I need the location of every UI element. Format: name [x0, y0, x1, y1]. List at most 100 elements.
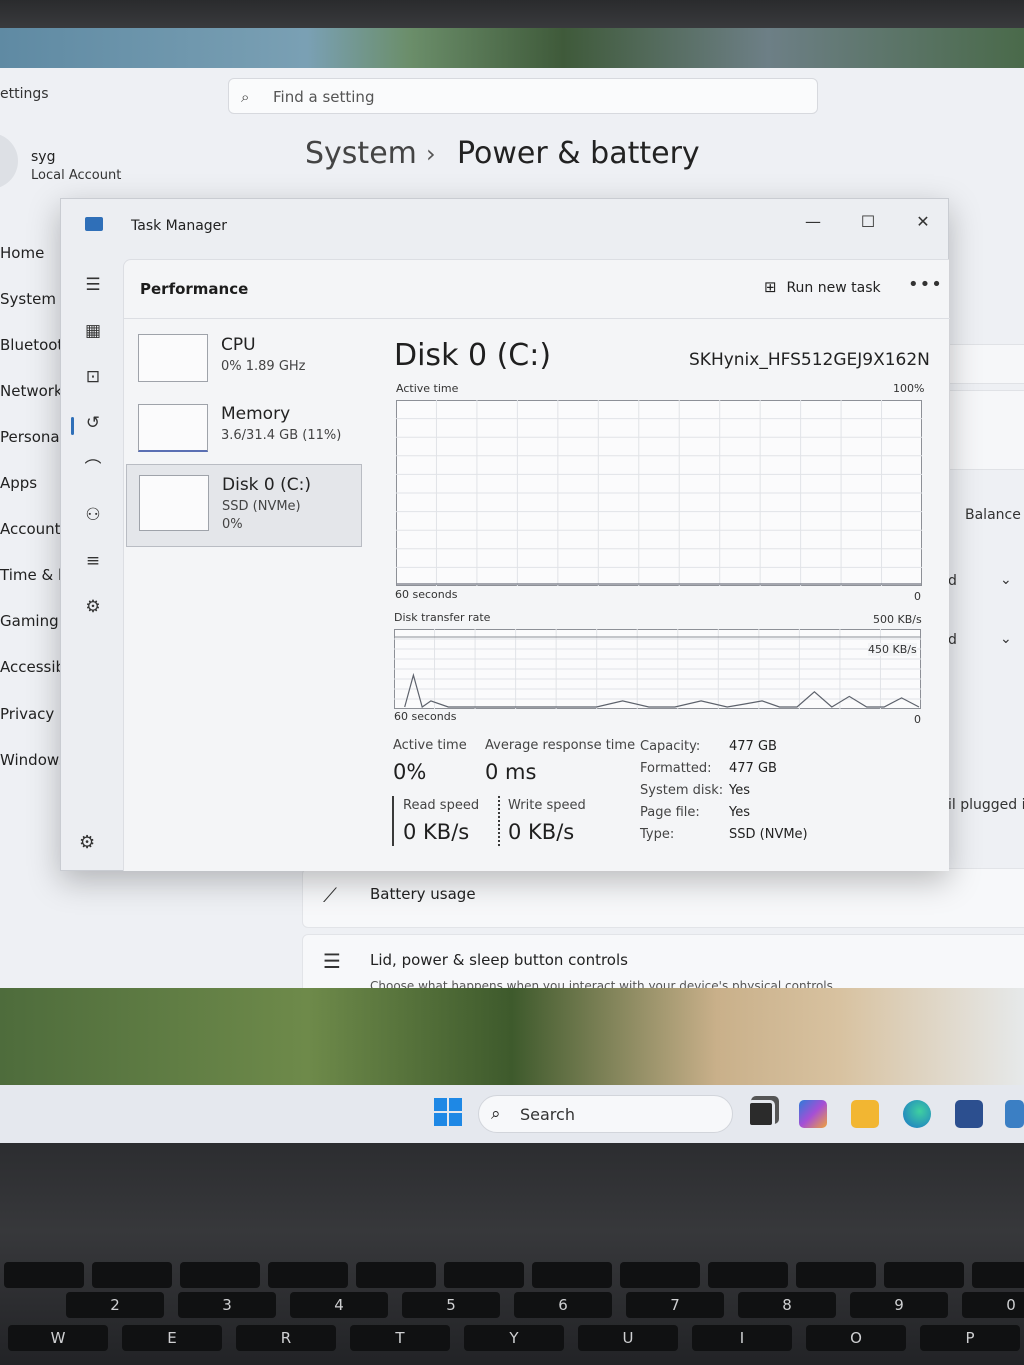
active-time-chart-min: 0 [914, 590, 921, 603]
resource-detail: 3.6/31.4 GB (11%) [221, 428, 342, 443]
key-fn-prtsc[interactable] [620, 1262, 700, 1288]
transfer-rate-chart-max: 500 KB/s [873, 613, 922, 626]
info-system-disk-key: System disk: [640, 783, 724, 798]
performance-icon[interactable]: ⊡ [81, 365, 105, 389]
dropdown-partial-1[interactable]: d [948, 573, 957, 589]
disk-heading: Disk 0 (C:) [394, 338, 552, 373]
key-fn-f3[interactable] [92, 1262, 172, 1288]
page-title: Performance [140, 280, 249, 298]
power-mode-value[interactable]: Balance [965, 507, 1021, 523]
chart-line-icon: ⟋ [323, 883, 337, 907]
run-new-task-button[interactable]: ⊞ Run new task [764, 278, 881, 296]
run-new-task-label: Run new task [786, 280, 881, 296]
services-icon[interactable]: ⚙ [81, 595, 105, 619]
key-y[interactable]: Y [464, 1325, 564, 1351]
maximize-button[interactable]: ☐ [851, 207, 885, 237]
key-2[interactable]: 2 [66, 1292, 164, 1318]
key-6[interactable]: 6 [514, 1292, 612, 1318]
taskbar-search-input[interactable]: ⌕ Search [478, 1095, 733, 1133]
resource-name: Memory [221, 404, 291, 424]
info-type-value: SSD (NVMe) [729, 827, 808, 842]
key-fn-mode[interactable] [532, 1262, 612, 1288]
sidebar-item-privacy[interactable]: Privacy & [0, 705, 64, 723]
more-options-button[interactable]: ••• [908, 274, 943, 295]
dropdown-partial-2[interactable]: d [948, 632, 957, 648]
resource-detail: 0% 1.89 GHz [221, 359, 306, 374]
key-fn-f11[interactable] [796, 1262, 876, 1288]
startup-apps-icon[interactable]: ⌒ [81, 457, 105, 481]
key-fn-f12[interactable] [884, 1262, 964, 1288]
resource-cpu[interactable]: CPU 0% 1.89 GHz [126, 330, 362, 410]
info-capacity-value: 477 GB [729, 739, 777, 754]
key-w[interactable]: W [8, 1325, 108, 1351]
store-icon[interactable] [955, 1100, 983, 1128]
window-title: Task Manager [131, 218, 228, 234]
key-r[interactable]: R [236, 1325, 336, 1351]
resource-detail: SSD (NVMe) [222, 499, 301, 514]
settings-card-partial [950, 344, 1024, 384]
task-manager-taskbar-icon[interactable] [1005, 1100, 1024, 1128]
minimize-button[interactable]: — [796, 207, 830, 237]
resource-disk0[interactable]: Disk 0 (C:) SSD (NVMe) 0% [126, 464, 362, 547]
file-explorer-icon[interactable] [851, 1100, 879, 1128]
key-4[interactable]: 4 [290, 1292, 388, 1318]
key-fn-f10[interactable] [708, 1262, 788, 1288]
office-app-icon[interactable] [799, 1100, 827, 1128]
hamburger-menu-icon[interactable]: ☰ [81, 273, 105, 297]
task-view-icon[interactable] [747, 1100, 775, 1128]
key-9[interactable]: 9 [850, 1292, 948, 1318]
key-u[interactable]: U [578, 1325, 678, 1351]
app-history-icon[interactable]: ↺ [81, 411, 105, 435]
active-indicator [71, 417, 74, 435]
resource-usage: 0% [222, 517, 243, 532]
lid-power-controls-card[interactable]: ☰ Lid, power & sleep button controls Cho… [302, 934, 1024, 994]
key-fn-f7[interactable] [444, 1262, 524, 1288]
active-time-chart-span: 60 seconds [395, 588, 458, 601]
chevron-down-icon[interactable]: ⌄ [1000, 572, 1012, 588]
write-speed-indicator [498, 796, 500, 846]
sidebar-item-accessibility[interactable]: Accessibi [0, 658, 64, 676]
sidebar-item-personalization[interactable]: Personaliz [0, 428, 64, 446]
battery-usage-card[interactable]: ⟋ Battery usage [302, 868, 1024, 928]
key-fn-f6[interactable] [356, 1262, 436, 1288]
sidebar-item-network[interactable]: Network [0, 382, 64, 400]
sidebar-item-bluetooth[interactable]: Bluetooth [0, 336, 64, 354]
settings-gear-icon[interactable]: ⚙ [79, 832, 95, 853]
breadcrumb-separator: › [426, 140, 436, 168]
users-icon[interactable]: ⚇ [81, 503, 105, 527]
wallpaper-bottom-strip [0, 988, 1024, 1088]
sidebar-item-time-language[interactable]: Time & la [0, 566, 64, 584]
key-t[interactable]: T [350, 1325, 450, 1351]
key-3[interactable]: 3 [178, 1292, 276, 1318]
write-speed-label: Write speed [508, 798, 586, 813]
sidebar-item-apps[interactable]: Apps [0, 474, 64, 492]
key-fn-f5[interactable] [268, 1262, 348, 1288]
details-icon[interactable]: ≡ [81, 549, 105, 573]
key-8[interactable]: 8 [738, 1292, 836, 1318]
chevron-down-icon[interactable]: ⌄ [1000, 631, 1012, 647]
sidebar-item-windows-update[interactable]: Windows [0, 751, 64, 769]
transfer-rate-chart-span: 60 seconds [394, 710, 457, 723]
sidebar-item-gaming[interactable]: Gaming [0, 612, 64, 630]
key-fn-hom[interactable] [972, 1262, 1024, 1288]
key-p[interactable]: P [920, 1325, 1020, 1351]
key-fn-f4[interactable] [180, 1262, 260, 1288]
sidebar-item-system[interactable]: System [0, 290, 64, 308]
info-page-file-key: Page file: [640, 805, 700, 820]
key-i[interactable]: I [692, 1325, 792, 1351]
key-0[interactable]: 0 [962, 1292, 1024, 1318]
key-fn-f2[interactable] [4, 1262, 84, 1288]
windows-start-icon[interactable] [434, 1098, 462, 1126]
key-5[interactable]: 5 [402, 1292, 500, 1318]
settings-search-input[interactable]: ⌕ Find a setting [228, 78, 818, 114]
edge-browser-icon[interactable] [903, 1100, 931, 1128]
processes-icon[interactable]: ▦ [81, 319, 105, 343]
sidebar-item-home[interactable]: Home [0, 244, 64, 262]
sidebar-item-accounts[interactable]: Accounts [0, 520, 64, 538]
navigation-rail: ☰ ▦ ⊡ ↺ ⌒ ⚇ ≡ ⚙ [61, 249, 121, 869]
key-7[interactable]: 7 [626, 1292, 724, 1318]
close-button[interactable]: ✕ [906, 207, 940, 237]
key-e[interactable]: E [122, 1325, 222, 1351]
key-o[interactable]: O [806, 1325, 906, 1351]
breadcrumb-system[interactable]: System [305, 136, 417, 171]
